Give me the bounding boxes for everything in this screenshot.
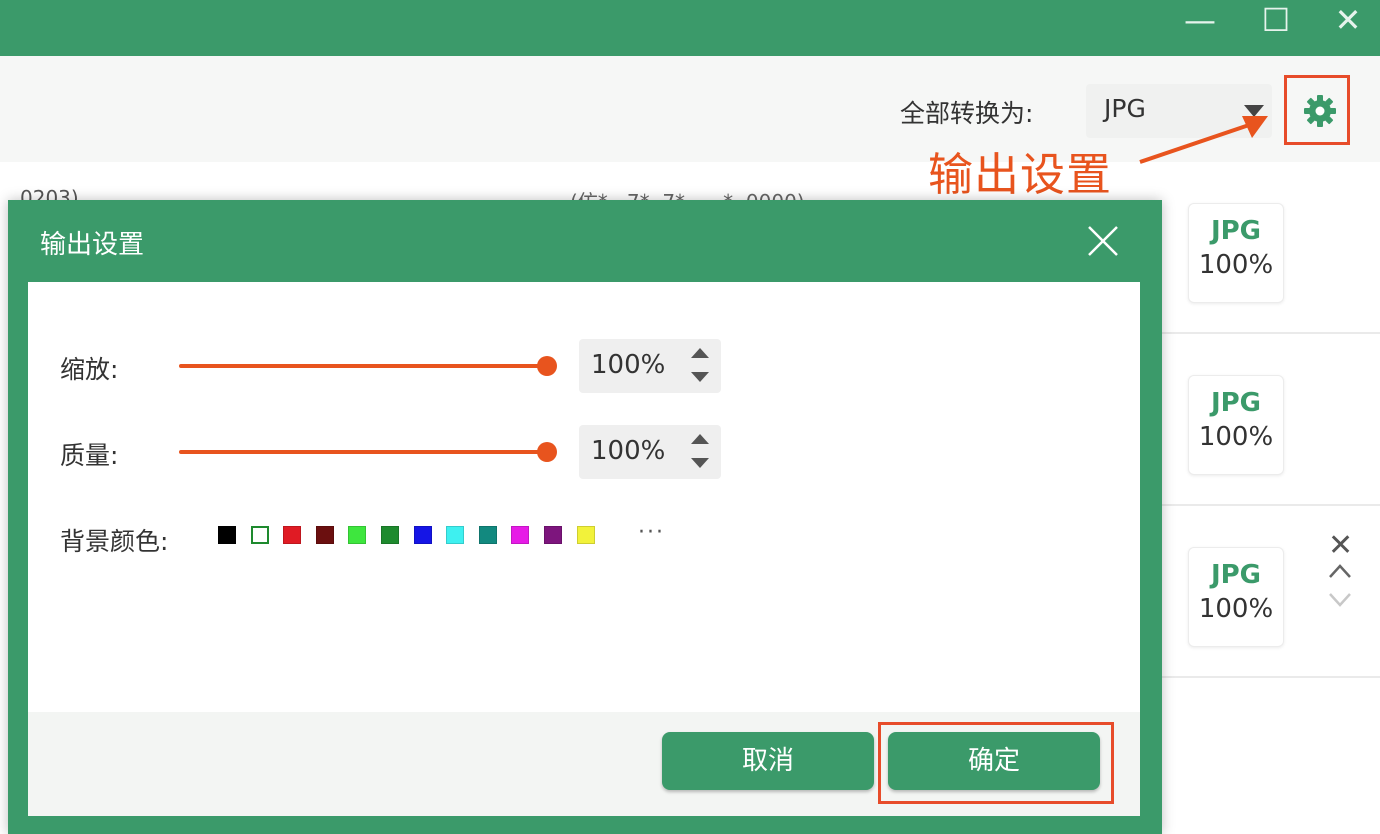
quality-slider[interactable] [179, 450, 545, 454]
color-swatch[interactable] [511, 526, 530, 544]
row-format-card[interactable]: JPG 100% [1188, 203, 1284, 303]
color-swatch[interactable] [576, 526, 595, 544]
chevron-up-icon[interactable] [689, 345, 711, 361]
more-colors-button[interactable]: ··· [638, 520, 665, 545]
row-percent: 100% [1198, 250, 1274, 280]
app-titlebar: — ☐ ✕ [0, 0, 1380, 56]
bg-color-label: 背景颜色: [60, 527, 169, 556]
color-swatch[interactable] [250, 526, 269, 544]
convert-all-label: 全部转换为: [900, 99, 1034, 128]
scale-slider[interactable] [179, 364, 545, 368]
color-swatch[interactable] [218, 526, 236, 544]
settings-button[interactable] [1284, 75, 1350, 145]
color-swatch[interactable] [381, 526, 399, 544]
chevron-down-icon[interactable] [689, 369, 711, 385]
scale-slider-handle[interactable] [537, 356, 557, 376]
quality-slider-handle[interactable] [537, 442, 557, 462]
row-divider [1160, 504, 1380, 506]
scale-value: 100% [591, 350, 666, 380]
row-divider [1160, 332, 1380, 334]
color-swatch[interactable] [315, 526, 334, 544]
chevron-up-icon[interactable] [1327, 562, 1353, 580]
dialog-title: 输出设置 [40, 230, 145, 260]
row-percent: 100% [1198, 422, 1274, 452]
close-window-button[interactable]: ✕ [1318, 0, 1378, 40]
row-divider [1160, 676, 1380, 678]
color-swatch[interactable] [544, 526, 562, 544]
cancel-button[interactable]: 取消 [662, 732, 874, 790]
chevron-down-icon[interactable] [1327, 590, 1353, 608]
color-swatch[interactable] [283, 526, 302, 544]
chevron-up-icon[interactable] [689, 431, 711, 447]
row-percent: 100% [1198, 594, 1274, 624]
close-icon: ✕ [1328, 528, 1354, 563]
row-format: JPG [1210, 560, 1262, 590]
maximize-button[interactable]: ☐ [1246, 0, 1306, 40]
annotation-arrow-icon [1139, 116, 1268, 164]
scale-stepper[interactable]: 100% [579, 339, 721, 393]
remove-row-button[interactable]: ✕ [1328, 528, 1353, 563]
maximize-icon: ☐ [1261, 1, 1291, 39]
color-swatch[interactable] [446, 526, 465, 544]
color-swatch[interactable] [478, 526, 497, 544]
row-format: JPG [1210, 388, 1262, 418]
close-icon[interactable] [1086, 224, 1120, 258]
row-format-card[interactable]: JPG 100% [1188, 547, 1284, 647]
minimize-icon: — [1184, 1, 1216, 39]
scale-label: 缩放: [60, 355, 119, 384]
gear-icon [1304, 95, 1336, 127]
minimize-button[interactable]: — [1170, 0, 1230, 40]
row-format: JPG [1210, 216, 1262, 246]
color-swatch[interactable] [413, 526, 432, 544]
confirm-highlight-frame [878, 722, 1114, 804]
quality-stepper[interactable]: 100% [579, 425, 721, 479]
color-swatch[interactable] [348, 526, 367, 544]
quality-value: 100% [591, 436, 666, 466]
row-format-card[interactable]: JPG 100% [1188, 375, 1284, 475]
close-icon: ✕ [1334, 1, 1362, 39]
chevron-down-icon[interactable] [689, 455, 711, 471]
quality-label: 质量: [60, 441, 119, 470]
annotation-label: 输出设置 [928, 148, 1113, 201]
